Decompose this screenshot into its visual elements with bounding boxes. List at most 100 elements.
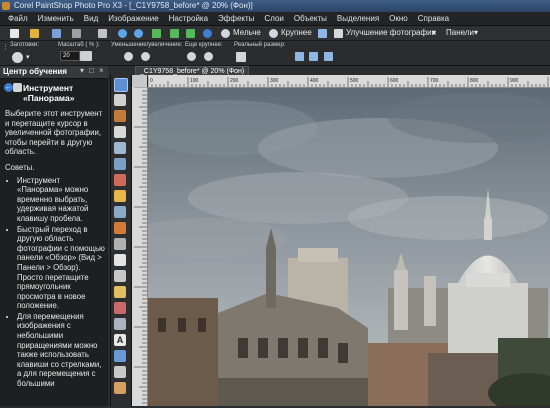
tip-item: Быстрый переход в другую область фотогра… (17, 225, 105, 311)
chevron-down-icon: ▾ (432, 28, 437, 37)
zoom-in-icon[interactable] (269, 29, 278, 38)
menu-effects[interactable]: Эффекты (213, 14, 259, 23)
print-icon[interactable] (98, 29, 107, 38)
eraser-tool-icon[interactable] (114, 254, 126, 266)
horizontal-ruler: 01002003004005006007008009001000 (148, 75, 550, 88)
clone-brush-icon[interactable] (114, 206, 126, 218)
menu-adjust[interactable]: Настройка (164, 14, 213, 23)
picture-tube-icon[interactable] (114, 318, 126, 330)
fit-window-icon[interactable] (295, 52, 304, 61)
ruler-tick-label: 400 (310, 78, 319, 84)
zoom-in-small-icon[interactable] (141, 52, 150, 61)
zoom-more-label: Еще крупнее: (185, 42, 223, 48)
panel-menu-icon[interactable]: ▾ (80, 66, 84, 75)
straighten-tool-icon[interactable] (114, 158, 126, 170)
crop-green-icon[interactable] (170, 29, 179, 38)
zoom-out-small-icon[interactable] (124, 52, 133, 61)
zoom-out-button[interactable]: Мельче (233, 28, 261, 37)
learning-center-header: Центр обучения ▾ □ × (0, 66, 108, 79)
standard-toolbar: Мельче Крупнее Улучшение фотографии ▾ Па… (0, 26, 550, 41)
panel-pin-icon[interactable]: □ (89, 66, 94, 75)
photo-image (148, 88, 550, 406)
zoom-percent-input[interactable]: 20 (60, 51, 80, 61)
menu-image[interactable]: Изображение (103, 14, 163, 23)
menu-view[interactable]: Вид (79, 14, 103, 23)
menu-selections[interactable]: Выделения (332, 14, 384, 23)
rotate-icon[interactable] (186, 29, 195, 38)
tips-list: Инструмент «Панорама» можно временно выб… (5, 176, 105, 389)
ruler-tick-label: 500 (350, 78, 359, 84)
zoom-spin-icon[interactable] (80, 51, 92, 61)
tool-intro: Выберите этот инструмент и перетащите ку… (5, 109, 103, 157)
tools-toolbar: A (110, 75, 132, 406)
zoom-in-button[interactable]: Крупнее (281, 28, 312, 37)
pick-tool-icon[interactable] (114, 94, 126, 106)
zoom-out-options-label: Уменьшение/увеличение: (111, 42, 183, 48)
learning-center-panel: ← Инструмент «Панорама» Выберите этот ин… (0, 79, 108, 406)
close-icon[interactable]: × (99, 66, 104, 75)
presets-label: Заготовки: (10, 42, 40, 48)
lighten-darken-icon[interactable] (114, 238, 126, 250)
home-icon[interactable] (13, 83, 22, 92)
grip-icon: ⋮ (2, 44, 9, 51)
title-bar: Corel PaintShop Photo Pro X3 - [_C1Y9758… (0, 0, 550, 12)
ruler-tick-label: 900 (510, 78, 519, 84)
color-replacer-icon[interactable] (114, 302, 126, 314)
makeover-tool-icon[interactable] (114, 190, 126, 202)
menu-window[interactable]: Окно (384, 14, 413, 23)
app-icon (2, 2, 10, 10)
screen-capture-icon[interactable] (318, 29, 327, 38)
hand-tool-icon[interactable] (12, 52, 23, 63)
ruler-tick-label: 300 (270, 78, 279, 84)
window-title: Corel PaintShop Photo Pro X3 - [_C1Y9758… (14, 1, 253, 10)
ruler-tick-label: 800 (470, 78, 479, 84)
dropper-tool-icon[interactable] (114, 126, 126, 138)
menu-help[interactable]: Справка (413, 14, 454, 23)
pan-tool-icon[interactable] (114, 78, 128, 92)
menu-bar: Файл Изменить Вид Изображение Настройка … (0, 12, 550, 26)
ruler-ticks: 01002003004005006007008009001000 (148, 77, 549, 87)
tips-title: Советы. (5, 162, 35, 172)
lasso-tool-icon[interactable] (114, 110, 126, 122)
learning-center-title: Центр обучения (3, 67, 67, 76)
image-canvas[interactable] (148, 88, 550, 406)
paint-brush-icon[interactable] (114, 222, 126, 234)
text-tool-icon[interactable]: A (114, 334, 126, 346)
fit-image-icon[interactable] (309, 52, 318, 61)
ruler-tick-label: 0 (150, 78, 153, 84)
fit-screen-icon[interactable] (324, 52, 333, 61)
enhance-photo-icon[interactable] (334, 29, 343, 38)
actual-size-icon[interactable] (236, 52, 246, 62)
menu-file[interactable]: Файл (0, 14, 33, 23)
pen-tool-icon[interactable] (114, 366, 126, 378)
fill-tool-icon[interactable] (114, 286, 126, 298)
crop-tool-icon[interactable] (114, 142, 126, 154)
redo-icon[interactable] (134, 29, 143, 38)
open-folder-icon[interactable] (30, 29, 39, 38)
red-eye-tool-icon[interactable] (114, 174, 126, 186)
info-icon[interactable] (203, 29, 212, 38)
learning-center-text: Выберите этот инструмент и перетащите ку… (5, 109, 105, 390)
zoom-more-in-icon[interactable] (204, 52, 213, 61)
zoom-out-icon[interactable] (221, 29, 230, 38)
panels-menu[interactable]: Панели (446, 28, 474, 37)
tip-item: Инструмент «Панорама» можно временно выб… (17, 176, 105, 224)
menu-objects[interactable]: Объекты (289, 14, 332, 23)
enhance-photo-menu[interactable]: Улучшение фотографии (346, 28, 436, 37)
chevron-down-icon[interactable]: ▾ (26, 53, 30, 61)
save-as-icon[interactable] (72, 29, 81, 38)
menu-layers[interactable]: Слои (259, 14, 288, 23)
warp-tool-icon[interactable] (114, 270, 126, 282)
actual-size-label: Реальный размер: (234, 42, 286, 48)
undo-icon[interactable] (118, 29, 127, 38)
history-icon[interactable] (152, 29, 161, 38)
back-icon[interactable]: ← (4, 83, 13, 92)
menu-edit[interactable]: Изменить (33, 14, 79, 23)
art-media-tool-icon[interactable] (114, 382, 126, 394)
new-file-icon[interactable] (10, 29, 19, 38)
save-icon[interactable] (52, 29, 61, 38)
preset-shape-icon[interactable] (114, 350, 126, 362)
ruler-tick-label: 100 (190, 78, 199, 84)
ruler-tick-label: 700 (430, 78, 439, 84)
zoom-more-out-icon[interactable] (187, 52, 196, 61)
